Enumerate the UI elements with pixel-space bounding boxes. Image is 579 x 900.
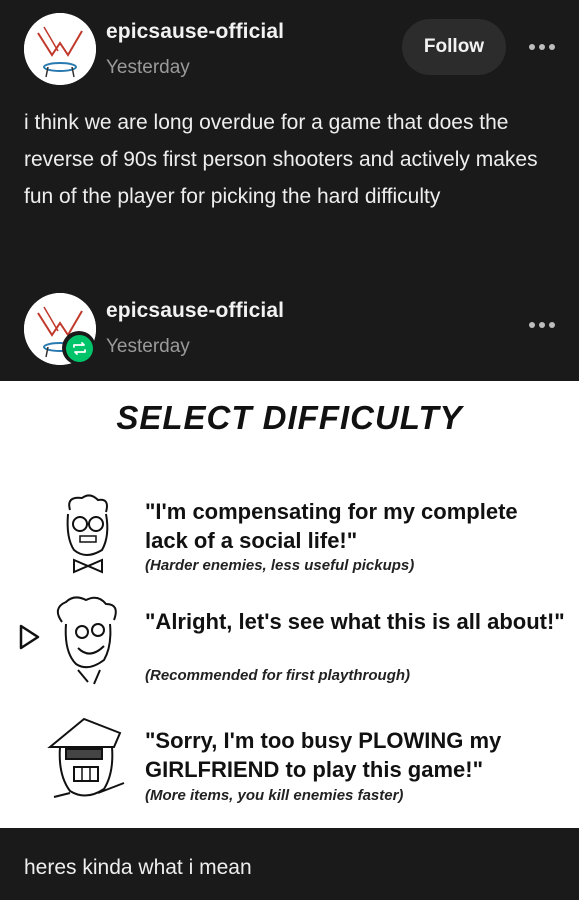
more-horizontal-icon[interactable] — [525, 315, 559, 335]
post-header: epicsause-official Yesterday Follow — [0, 0, 579, 85]
difficulty-option-easy-note: (More items, you kill enemies faster) — [145, 787, 404, 804]
avatar[interactable] — [24, 13, 96, 85]
reblog-timestamp[interactable]: Yesterday — [106, 336, 190, 358]
triangle-cursor-icon — [19, 624, 40, 650]
nerd-face-icon — [66, 494, 109, 574]
more-horizontal-icon[interactable] — [525, 37, 559, 57]
difficulty-option-hard-quote[interactable]: "I'm compensating for my complete lack o… — [145, 497, 565, 555]
difficulty-option-easy-quote[interactable]: "Sorry, I'm too busy PLOWING my GIRLFRIE… — [145, 726, 565, 784]
post-image[interactable]: SELECT DIFFICULTY "I'm compensating for … — [0, 381, 579, 828]
avatar-image — [24, 13, 96, 85]
post-username[interactable]: epicsause-official — [106, 20, 284, 44]
follow-button[interactable]: Follow — [402, 19, 506, 75]
difficulty-option-hard-note: (Harder enemies, less useful pickups) — [145, 557, 415, 574]
reblog-username[interactable]: epicsause-official — [106, 299, 284, 323]
difficulty-option-normal-quote[interactable]: "Alright, let's see what this is all abo… — [145, 607, 565, 636]
post-body-text: i think we are long overdue for a game t… — [24, 111, 538, 208]
difficulty-option-normal-note: (Recommended for first playthrough) — [145, 667, 411, 684]
reblog-icon — [62, 331, 96, 365]
smiling-face-icon — [56, 596, 117, 685]
image-title: SELECT DIFFICULTY — [116, 399, 463, 436]
post-caption: heres kinda what i mean — [24, 856, 252, 879]
cool-face-icon — [47, 717, 125, 798]
post-timestamp[interactable]: Yesterday — [106, 57, 190, 79]
